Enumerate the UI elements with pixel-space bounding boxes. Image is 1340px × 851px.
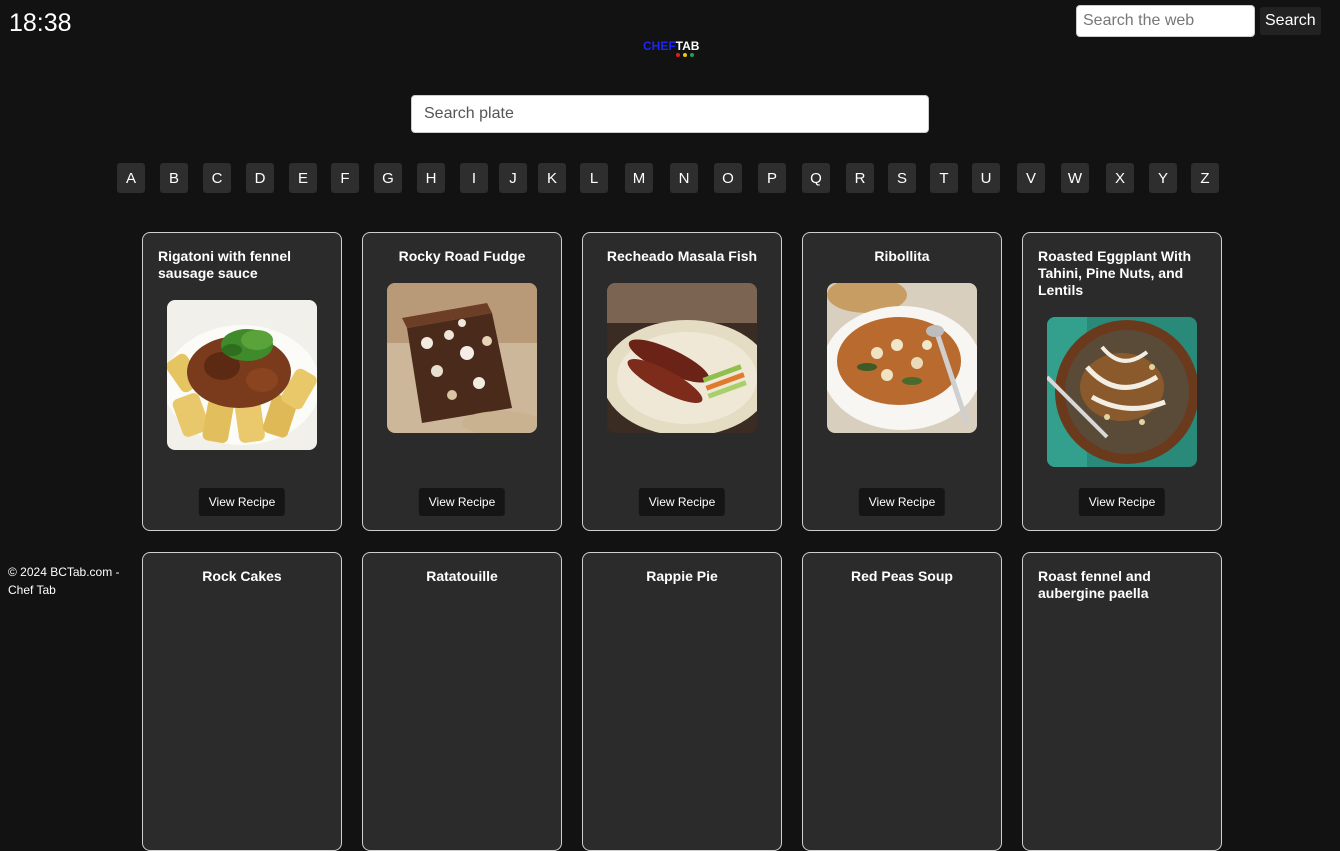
web-search-button[interactable]: Search: [1260, 7, 1321, 35]
recipe-card: Rock Cakes: [142, 552, 342, 851]
letter-button-c[interactable]: C: [203, 163, 231, 193]
letter-button-g[interactable]: G: [374, 163, 402, 193]
letter-button-i[interactable]: I: [460, 163, 488, 193]
letter-button-p[interactable]: P: [758, 163, 786, 193]
recipe-image[interactable]: [827, 283, 977, 433]
letter-button-j[interactable]: J: [499, 163, 527, 193]
clock: 18:38: [9, 9, 72, 37]
web-search-input[interactable]: [1076, 5, 1255, 37]
recipe-card: Rappie Pie: [582, 552, 782, 851]
recipe-title: Roasted Eggplant With Tahini, Pine Nuts,…: [1038, 248, 1192, 298]
letter-button-m[interactable]: M: [625, 163, 653, 193]
letter-button-y[interactable]: Y: [1149, 163, 1177, 193]
recipe-card: Roast fennel and aubergine paella: [1022, 552, 1222, 851]
recipe-title: Rigatoni with fennel sausage sauce: [158, 248, 291, 281]
letter-button-d[interactable]: D: [246, 163, 274, 193]
plate-search-input[interactable]: [411, 95, 929, 133]
recipe-card: Recheado Masala Fish View Recipe: [582, 232, 782, 531]
letter-button-v[interactable]: V: [1017, 163, 1045, 193]
chef-tab-logo[interactable]: CHEFTAB: [643, 39, 699, 57]
letter-button-a[interactable]: A: [117, 163, 145, 193]
letter-button-r[interactable]: R: [846, 163, 874, 193]
view-recipe-button[interactable]: View Recipe: [858, 488, 946, 516]
letter-button-k[interactable]: K: [538, 163, 566, 193]
recipe-title: Rock Cakes: [202, 568, 282, 584]
footer-copyright: © 2024 BCTab.com - Chef Tab: [8, 565, 120, 597]
view-recipe-button[interactable]: View Recipe: [1078, 488, 1166, 516]
recipe-card: Ratatouille: [362, 552, 562, 851]
recipe-title: Red Peas Soup: [851, 568, 953, 584]
recipe-title: Ratatouille: [426, 568, 498, 584]
letter-button-b[interactable]: B: [160, 163, 188, 193]
recipe-image[interactable]: [387, 283, 537, 433]
recipe-image[interactable]: [607, 283, 757, 433]
logo-tab-text: TAB: [675, 39, 700, 53]
logo-dot-green: [690, 53, 694, 57]
letter-button-u[interactable]: U: [972, 163, 1000, 193]
recipe-card: Ribollita View Recipe: [802, 232, 1002, 531]
view-recipe-button[interactable]: View Recipe: [638, 488, 726, 516]
view-recipe-button[interactable]: View Recipe: [418, 488, 506, 516]
letter-button-e[interactable]: E: [289, 163, 317, 193]
logo-chef-text: CHEF: [643, 39, 676, 53]
web-search-bar: Search: [1076, 5, 1321, 37]
recipe-image[interactable]: [167, 300, 317, 450]
recipe-card: Rigatoni with fennel sausage sauce View …: [142, 232, 342, 531]
recipe-title: Recheado Masala Fish: [606, 248, 758, 264]
logo-dot-yellow: [683, 53, 687, 57]
letter-button-z[interactable]: Z: [1191, 163, 1219, 193]
letter-button-s[interactable]: S: [888, 163, 916, 193]
letter-button-t[interactable]: T: [930, 163, 958, 193]
letter-button-n[interactable]: N: [670, 163, 698, 193]
letter-button-w[interactable]: W: [1061, 163, 1089, 193]
letter-button-h[interactable]: H: [417, 163, 445, 193]
letter-filter: A B C D E F G H I J K L M N O P Q R S T …: [117, 163, 1219, 193]
letter-button-q[interactable]: Q: [802, 163, 830, 193]
recipe-title: Ribollita: [874, 248, 930, 264]
letter-button-l[interactable]: L: [580, 163, 608, 193]
letter-button-o[interactable]: O: [714, 163, 742, 193]
recipe-image[interactable]: [1047, 317, 1197, 467]
recipe-card: Red Peas Soup: [802, 552, 1002, 851]
logo-dot-red: [676, 53, 680, 57]
letter-button-f[interactable]: F: [331, 163, 359, 193]
recipe-title: Roast fennel and aubergine paella: [1038, 568, 1151, 601]
letter-button-x[interactable]: X: [1106, 163, 1134, 193]
recipe-card: Roasted Eggplant With Tahini, Pine Nuts,…: [1022, 232, 1222, 531]
recipe-title: Rocky Road Fudge: [398, 248, 526, 264]
view-recipe-button[interactable]: View Recipe: [198, 488, 286, 516]
recipe-card: Rocky Road Fudge View Recipe: [362, 232, 562, 531]
recipe-title: Rappie Pie: [646, 568, 718, 584]
